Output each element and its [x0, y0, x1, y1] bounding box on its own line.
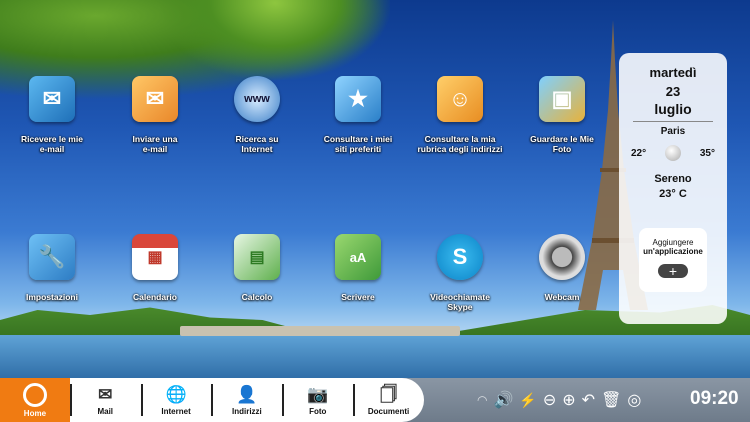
- weather-current-temp: 23° C: [659, 188, 687, 200]
- calendar-icon: ▦: [132, 234, 178, 280]
- app-webcam[interactable]: Webcam: [510, 234, 614, 302]
- app-label: Consultare i miei siti preferiti: [323, 134, 393, 154]
- favorites-icon: ★: [335, 76, 381, 122]
- app-write[interactable]: aA Scrivere: [306, 234, 410, 302]
- www-globe-icon: www: [234, 76, 280, 122]
- globe-icon: 🌐: [165, 384, 187, 404]
- dock-item-internet[interactable]: 🌐 Internet: [140, 378, 212, 422]
- dock-label: Documenti: [367, 406, 410, 416]
- trash-icon[interactable]: 🗑: [601, 390, 621, 410]
- app-label: Guardare le Mie Foto: [530, 134, 594, 154]
- temp-min: 22°: [631, 147, 647, 159]
- app-photos[interactable]: ▣ Guardare le Mie Foto: [510, 76, 614, 154]
- add-application-button[interactable]: +: [658, 264, 688, 278]
- add-application-panel: Aggiungere un'applicazione +: [639, 228, 707, 292]
- app-grid: ✉ Ricevere le mie e-mail ✉ Inviare una e…: [0, 0, 620, 380]
- clock: 09:20: [690, 388, 739, 409]
- divider: [633, 121, 713, 122]
- mail-icon: ✉: [98, 384, 113, 404]
- weather-city: Paris: [660, 126, 686, 137]
- weather-temps: 22° 35°: [619, 145, 727, 161]
- dock-label: Mail: [97, 406, 114, 416]
- add-app-text: Aggiungere: [652, 238, 694, 247]
- app-receive-email[interactable]: ✉ Ricevere le mie e-mail: [0, 76, 104, 154]
- dock-item-contacts[interactable]: 👤 Indirizzi: [211, 378, 282, 422]
- clear-sky-icon: [665, 145, 681, 161]
- dock-item-photos[interactable]: 📷 Foto: [282, 378, 353, 422]
- weather-widget: martedì 23 luglio Paris 22° 35° Sereno 2…: [619, 53, 727, 324]
- dock: Home ✉ Mail 🌐 Internet 👤 Indirizzi 📷 Fot…: [0, 378, 424, 422]
- skype-icon: S: [437, 234, 483, 280]
- weather-condition: Sereno: [654, 173, 692, 185]
- volume-icon[interactable]: 🔊: [493, 390, 513, 410]
- app-settings[interactable]: 🔧 Impostazioni: [0, 234, 104, 302]
- dock-label: Internet: [161, 406, 191, 416]
- zoom-in-icon[interactable]: ⊕: [562, 390, 575, 410]
- temp-max: 35°: [699, 147, 715, 159]
- dock-item-documents[interactable]: 🗍 Documenti: [353, 378, 424, 422]
- app-label: Scrivere: [341, 292, 375, 302]
- photos-icon: ▣: [539, 76, 585, 122]
- receive-mail-icon: ✉: [29, 76, 75, 122]
- app-label: Inviare una e-mail: [132, 134, 178, 154]
- app-send-email[interactable]: ✉ Inviare una e-mail: [103, 76, 207, 154]
- home-icon: [22, 382, 47, 407]
- app-label: Impostazioni: [26, 292, 78, 302]
- app-favorite-sites[interactable]: ★ Consultare i miei siti preferiti: [306, 76, 410, 154]
- address-book-icon: ☺: [437, 76, 483, 122]
- settings-tools-icon: 🔧: [29, 234, 75, 280]
- weather-day: martedì: [649, 65, 697, 80]
- app-internet-search[interactable]: www Ricerca su Internet: [205, 76, 309, 154]
- dock-label: Foto: [309, 406, 327, 416]
- app-label: Calendario: [133, 292, 177, 302]
- dock-label: Indirizzi: [232, 406, 262, 416]
- send-mail-icon: ✉: [132, 76, 178, 122]
- app-label: Webcam: [544, 292, 580, 302]
- back-arrow-icon[interactable]: ↶: [582, 390, 595, 410]
- app-label: Consultare la mia rubrica degli indirizz…: [417, 134, 503, 154]
- help-lifebuoy-icon[interactable]: ◎: [627, 390, 641, 410]
- wifi-icon[interactable]: ◠: [477, 393, 487, 407]
- app-calendar[interactable]: ▦ Calendario: [103, 234, 207, 302]
- home-button[interactable]: Home: [0, 378, 70, 422]
- documents-icon: 🗍: [380, 384, 398, 404]
- app-label: Ricerca su Internet: [235, 134, 279, 154]
- webcam-icon: [539, 234, 585, 280]
- app-label: Calcolo: [241, 292, 273, 302]
- add-app-text-bold: un'applicazione: [643, 247, 703, 256]
- spreadsheet-icon: ▤: [234, 234, 280, 280]
- zoom-out-icon[interactable]: ⊖: [543, 390, 556, 410]
- weather-month: luglio: [654, 101, 692, 117]
- app-skype[interactable]: S Videochiamate Skype: [408, 234, 512, 312]
- app-label: Ricevere le mie e-mail: [21, 134, 83, 154]
- weather-date: 23: [665, 84, 681, 99]
- app-label: Videochiamate Skype: [430, 292, 490, 312]
- battery-icon[interactable]: ⚡: [519, 392, 536, 409]
- dock-item-mail[interactable]: ✉ Mail: [69, 378, 141, 422]
- document-write-icon: aA: [335, 234, 381, 280]
- camera-icon: 📷: [307, 384, 329, 404]
- contacts-icon: 👤: [236, 384, 258, 404]
- system-tray: ◠ 🔊 ⚡ ⊖ ⊕ ↶ 🗑 ◎: [474, 386, 644, 414]
- app-address-book[interactable]: ☺ Consultare la mia rubrica degli indiri…: [408, 76, 512, 154]
- home-label: Home: [23, 408, 47, 418]
- app-spreadsheet[interactable]: ▤ Calcolo: [205, 234, 309, 302]
